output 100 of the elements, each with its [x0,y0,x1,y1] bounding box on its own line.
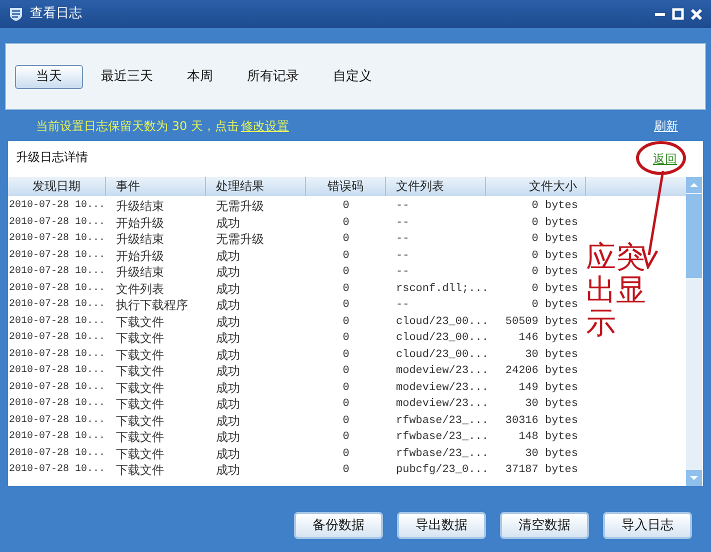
column-header[interactable]: 错误码 [306,177,386,196]
table-cell-text: 下载文件 [115,314,165,330]
table-cell-text: 0 [342,397,350,412]
table-cell-text: 0 [342,216,350,230]
table-cell-text: cloud/23_00... [395,314,486,330]
period-tab[interactable]: 所有记录 [231,64,315,88]
action-button[interactable]: 备份数据 [294,512,383,539]
table-cell-text: 成功 [215,462,241,478]
table-cell-text: 开始升级 [115,214,165,231]
table-cell-text: 下载文件 [115,346,165,363]
table-cell-text: -- [395,248,410,264]
table-cell-text: 2010-07-28 10... [8,232,106,246]
scroll-thumb[interactable] [686,194,702,278]
table-cell-text: 开始升级 [115,248,165,264]
table-cell-text: 30 bytes [524,446,579,462]
table-cell-text: 升级结束 [115,198,165,214]
table-cell-text: -- [395,199,410,214]
table-cell-text: 0 [342,199,350,214]
period-tab[interactable]: 本周 [171,64,229,88]
table-cell-text: cloud/23_00... [395,331,486,346]
table-cell-text: 下载文件 [115,363,165,380]
table-cell-text: 文件列表 [115,280,165,297]
column-header[interactable]: 文件列表 [386,177,486,196]
table-cell-text: 升级结束 [115,231,165,248]
table-cell-text: 0 bytes [530,298,579,313]
table-cell-text: 0 [342,463,350,478]
close-icon[interactable] [690,8,703,20]
table-cell-text: 下载文件 [115,396,165,412]
table-cell-text: -- [395,216,410,230]
table-cell-text: 下载文件 [115,429,165,446]
table-cell-text: 0 [342,414,350,428]
table-cell-text: -- [395,232,410,247]
table-cell-text: 0 [342,248,350,264]
table-cell-text: 0 bytes [530,248,579,264]
table-cell-text: 升级结束 [115,264,165,280]
table-cell-text: modeview/23... [395,397,486,412]
table-cell-text: 成功 [215,248,241,264]
scroll-up-icon[interactable] [686,177,702,193]
shield-icon [8,6,24,22]
refresh-link[interactable]: 刷新 [654,116,678,134]
back-link[interactable]: 返回 [653,150,677,168]
table-cell-text: 下载文件 [115,330,165,346]
table-cell-text: 2010-07-28 10... [8,463,106,477]
table-cell-text: 成功 [215,280,241,297]
table-cell-text: 成功 [215,412,241,429]
column-header[interactable]: 处理结果 [206,177,306,196]
column-header[interactable]: 文件大小 [486,177,586,196]
action-button[interactable]: 清空数据 [500,512,589,539]
table-cell-text: rfwbase/23_... [395,446,486,462]
table-cell-text: 0 bytes [530,216,579,230]
table-cell-text: 0 [342,265,350,280]
table-cell-text: 无需升级 [215,198,265,214]
table-cell-text: 成功 [215,346,241,363]
table-cell-text: 2010-07-28 10... [8,430,106,444]
maximize-icon[interactable] [672,8,684,20]
table-cell-text: 2010-07-28 10... [8,380,106,394]
window-title: 查看日志 [30,5,82,24]
column-header[interactable]: 事件 [106,177,206,196]
table-cell-text: 37187 bytes [504,463,579,478]
table-cell-text: 2010-07-28 10... [8,331,106,345]
retention-notice: 当前设置日志保留天数为 30 天，点击 [36,118,239,134]
table-cell-text: 0 [342,380,350,396]
table-cell-text: 146 bytes [518,331,579,346]
table-cell-text: -- [395,298,410,313]
table-cell-text: rfwbase/23_... [395,430,486,445]
table-cell-text: 0 bytes [530,282,579,296]
table-cell-text: 成功 [215,264,241,280]
table-cell-text: 0 [342,348,350,362]
table-cell-text: modeview/23... [395,364,486,379]
table-cell-text: 2010-07-28 10... [8,199,106,213]
table-cell-text: -- [395,265,410,280]
table-cell-text: 下载文件 [115,462,165,478]
scroll-down-icon[interactable] [686,470,702,486]
column-header[interactable]: 发现日期 [8,177,106,196]
table-cell-text: 50509 bytes [504,314,579,330]
scrollbar[interactable] [686,177,702,486]
table-cell-text: 0 [342,232,350,247]
table-cell-text: 2010-07-28 10... [8,298,106,312]
table-cell-text: 下载文件 [115,412,165,429]
period-tab[interactable]: 当天 [15,64,83,88]
table-cell-text: 0 bytes [530,265,579,280]
table-cell-text: 2010-07-28 10... [8,364,106,378]
table-cell-text: 0 bytes [530,232,579,247]
table-cell-text: 下载文件 [115,380,165,396]
table-cell-text: 成功 [215,314,241,330]
table-cell-text: 0 [342,314,350,330]
table-cell-text: 成功 [215,429,241,446]
action-button[interactable]: 导出数据 [397,512,486,539]
table-cell-text: rfwbase/23_... [395,414,486,428]
table-cell-text: 0 [342,446,350,462]
table-cell-text: 30 bytes [524,348,579,362]
action-button[interactable]: 导入日志 [603,512,692,539]
table-cell-text: 0 [342,430,350,445]
table-cell-text: 2010-07-28 10... [8,446,106,460]
period-tab[interactable]: 自定义 [317,64,388,88]
period-tab[interactable]: 最近三天 [85,64,169,88]
table-cell-text: 2010-07-28 10... [8,348,106,362]
table-cell-text: 成功 [215,297,241,314]
table-cell-text: rsconf.dll;... [395,282,486,296]
table-cell-text: 成功 [215,363,241,380]
